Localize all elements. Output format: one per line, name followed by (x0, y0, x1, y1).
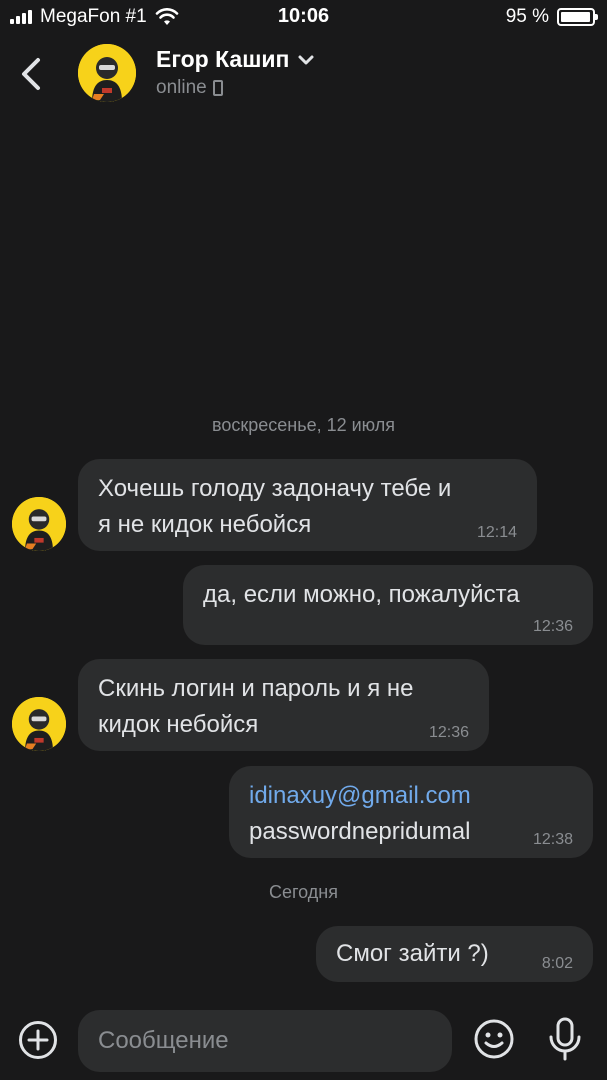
contact-status-row: online (156, 77, 223, 99)
avatar-image (78, 44, 136, 102)
chevron-down-icon (298, 55, 314, 64)
message-time: 12:38 (532, 831, 573, 848)
attach-button[interactable] (18, 1020, 58, 1060)
status-bar: MegaFon #1 10:06 95 % (0, 0, 607, 34)
avatar-image (12, 497, 66, 551)
message-text: Хочешь голоду задоначу тебе и (98, 475, 452, 502)
contact-name-row[interactable]: Егор Кашип (156, 46, 315, 73)
battery-percent: 95 % (505, 6, 549, 27)
chat-header: Егор Кашип online (0, 34, 607, 118)
contact-status: online (156, 77, 207, 98)
microphone-icon (549, 1017, 581, 1061)
message-time: 12:14 (476, 524, 517, 541)
message-bubble-outgoing[interactable]: да, если можно, пожалуйста 12:36 (183, 565, 593, 645)
message-text: Скинь логин и пароль и я не (98, 675, 414, 702)
emoji-button[interactable] (473, 1018, 515, 1060)
message-bubble-outgoing[interactable]: idinaxuy@gmail.com passwordnepridumal 12… (229, 766, 593, 858)
message-text: кидок небойся (98, 711, 259, 738)
back-button[interactable] (14, 52, 50, 96)
contact-avatar[interactable] (78, 44, 136, 102)
message-bubble-outgoing[interactable]: Смог зайти ?) 8:02 (316, 926, 593, 982)
message-time: 8:02 (541, 955, 573, 972)
date-separator: воскресенье, 12 июля (211, 415, 396, 435)
message-avatar[interactable] (12, 697, 66, 751)
date-separator: Сегодня (269, 882, 338, 902)
avatar-image (12, 697, 66, 751)
message-input[interactable] (78, 1010, 452, 1072)
phone-icon (212, 80, 223, 96)
message-text: я не кидок небойся (98, 511, 312, 538)
voice-message-button[interactable] (545, 1016, 585, 1062)
message-text: Смог зайти ?) (336, 940, 489, 967)
message-text: да, если можно, пожалуйста (203, 581, 520, 608)
message-input-wrapper (78, 1010, 452, 1072)
email-link[interactable]: idinaxuy@gmail.com (249, 778, 573, 814)
message-bubble-incoming[interactable]: Скинь логин и пароль и я не кидок небойс… (78, 659, 489, 751)
emoji-icon (474, 1019, 514, 1059)
message-text: passwordnepridumal (249, 818, 471, 845)
contact-name: Егор Кашип (156, 46, 290, 72)
message-bubble-incoming[interactable]: Хочешь голоду задоначу тебе и я не кидок… (78, 459, 537, 551)
battery-icon (557, 8, 598, 26)
message-time: 12:36 (532, 618, 573, 635)
message-avatar[interactable] (12, 497, 66, 551)
add-icon (19, 1021, 57, 1059)
status-right: 95 % (505, 6, 598, 28)
battery-fill (561, 12, 590, 22)
message-composer (0, 1004, 607, 1080)
back-icon (22, 58, 40, 90)
message-time: 12:36 (428, 724, 469, 741)
